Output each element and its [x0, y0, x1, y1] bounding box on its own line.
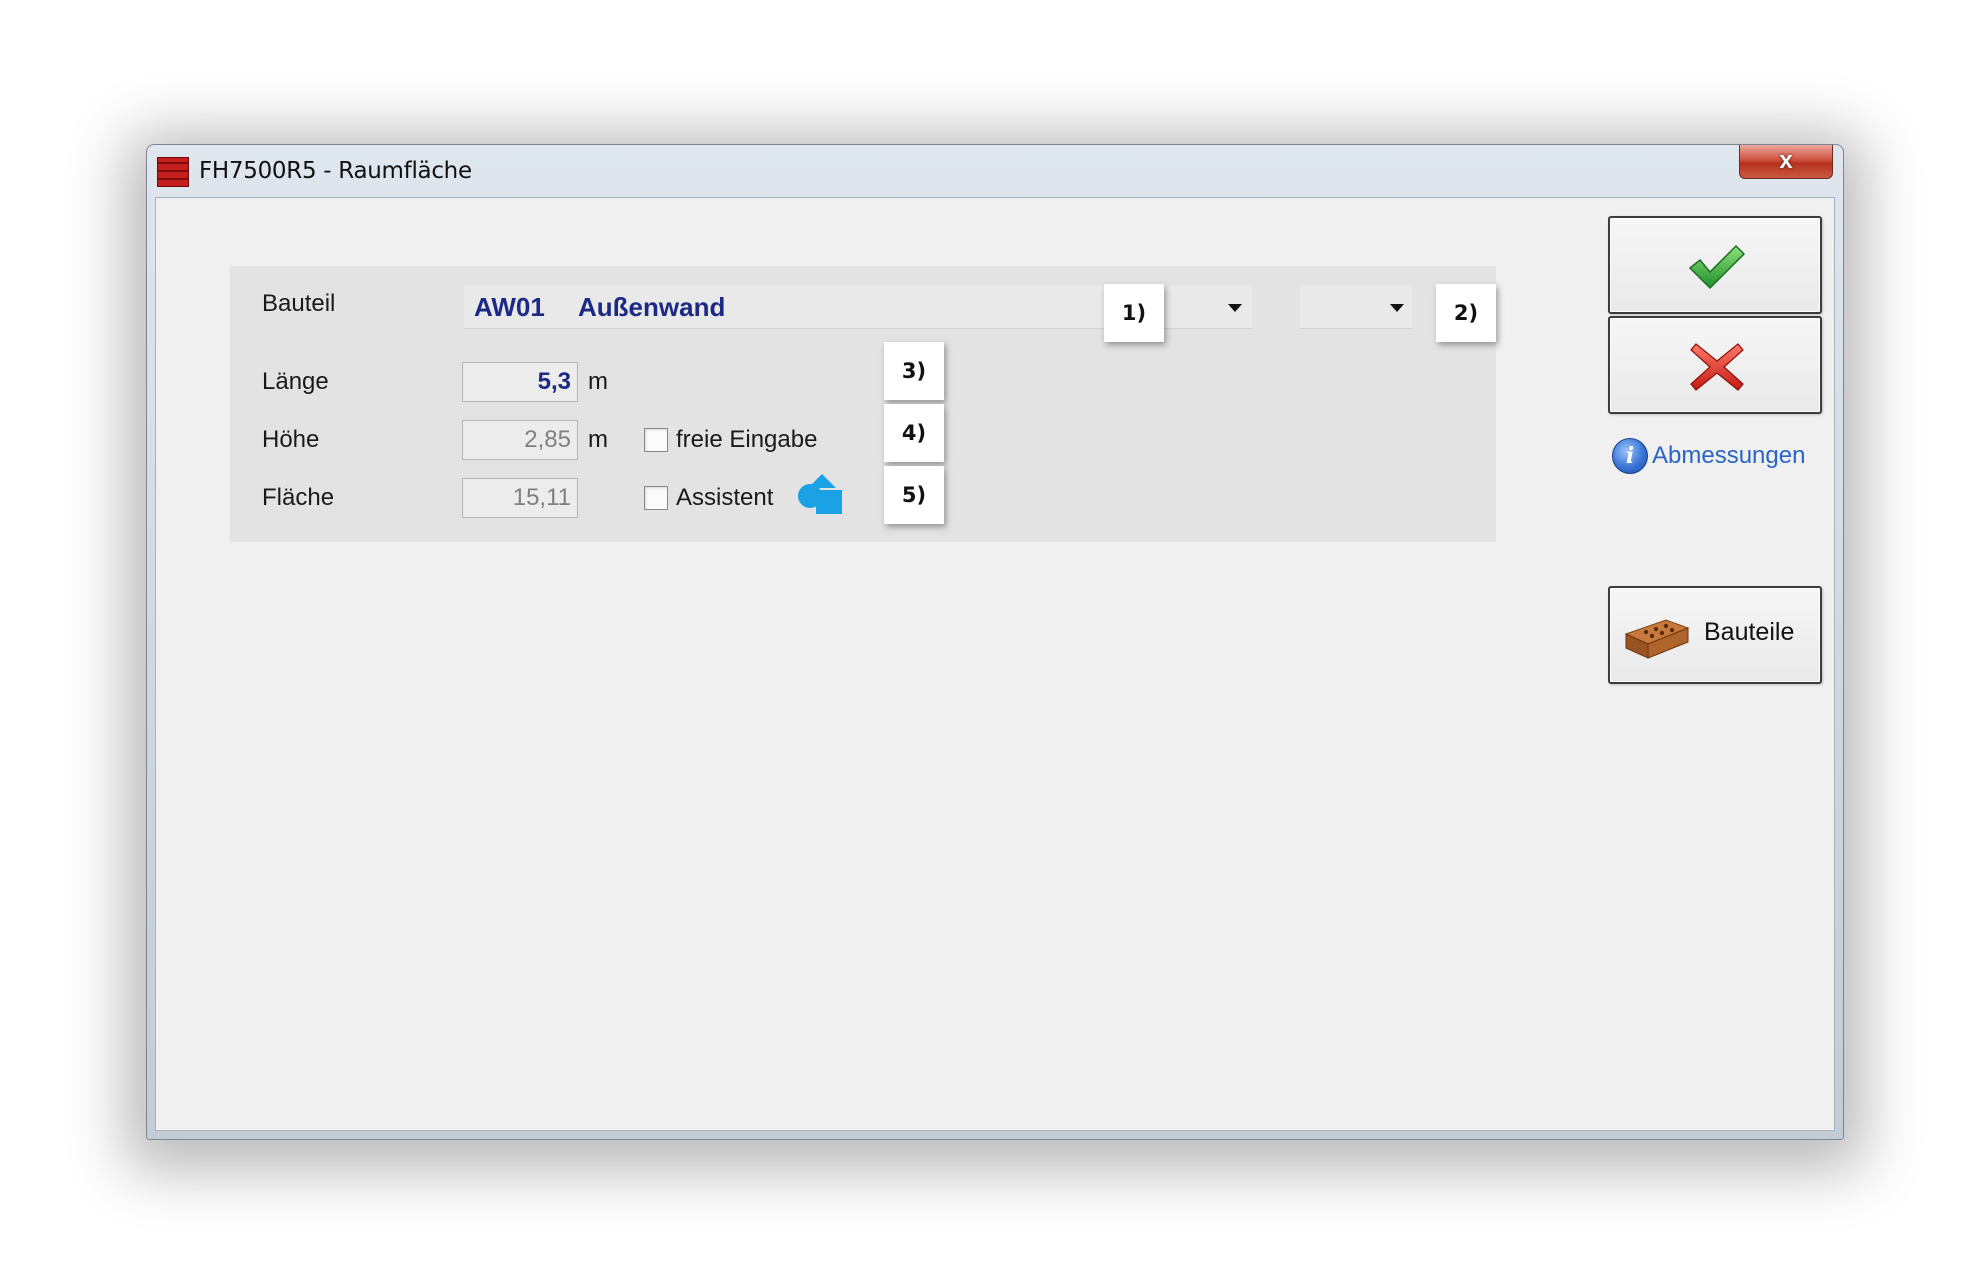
laenge-unit: m: [588, 368, 608, 395]
flaeche-label: Fläche: [262, 484, 335, 511]
hoehe-label: Höhe: [262, 426, 320, 453]
marker-4: 4): [884, 404, 944, 462]
abmessungen-link[interactable]: Abmessungen: [1652, 442, 1805, 470]
shapes-assistant-icon[interactable]: [796, 472, 846, 518]
laenge-input[interactable]: 5,3: [462, 362, 578, 402]
input-panel: Bauteil AW01 Außenwand Länge 5,3 m Höhe …: [230, 266, 1496, 542]
bauteil-label: Bauteil: [262, 290, 336, 317]
hoehe-unit: m: [588, 426, 608, 453]
bauteile-button[interactable]: Bauteile: [1608, 586, 1822, 684]
marker-2: 2): [1436, 284, 1496, 342]
brick-icon: [1624, 619, 1690, 659]
variant-select[interactable]: [1300, 286, 1412, 329]
chevron-down-icon[interactable]: [1390, 304, 1404, 312]
checkmark-icon: [1688, 244, 1746, 290]
info-icon[interactable]: i: [1612, 438, 1648, 474]
flaeche-input[interactable]: 15,11: [462, 478, 578, 518]
chevron-down-icon[interactable]: [1228, 304, 1242, 312]
freie-eingabe-label: freie Eingabe: [676, 426, 818, 453]
marker-3: 3): [884, 342, 944, 400]
assistent-checkbox[interactable]: [644, 486, 668, 510]
cancel-button[interactable]: [1608, 316, 1822, 414]
bauteil-code: AW01: [474, 292, 545, 322]
bauteil-name: Außenwand: [578, 292, 726, 322]
cancel-icon: [1690, 343, 1744, 391]
title-bar: FH7500R5 - Raumfläche x: [147, 145, 1843, 197]
laenge-label: Länge: [262, 368, 329, 395]
dialog-window: FH7500R5 - Raumfläche x Bauteil AW01 Auß…: [146, 144, 1844, 1140]
close-button[interactable]: x: [1739, 145, 1833, 179]
marker-1: 1): [1104, 284, 1164, 342]
window-title: FH7500R5 - Raumfläche: [199, 158, 472, 184]
freie-eingabe-checkbox[interactable]: [644, 428, 668, 452]
hoehe-input[interactable]: 2,85: [462, 420, 578, 460]
marker-5: 5): [884, 466, 944, 524]
assistent-label: Assistent: [676, 484, 774, 511]
client-area: Bauteil AW01 Außenwand Länge 5,3 m Höhe …: [155, 197, 1835, 1131]
bauteile-button-label: Bauteile: [1704, 618, 1795, 646]
ok-button[interactable]: [1608, 216, 1822, 314]
brick-app-icon: [157, 157, 189, 187]
